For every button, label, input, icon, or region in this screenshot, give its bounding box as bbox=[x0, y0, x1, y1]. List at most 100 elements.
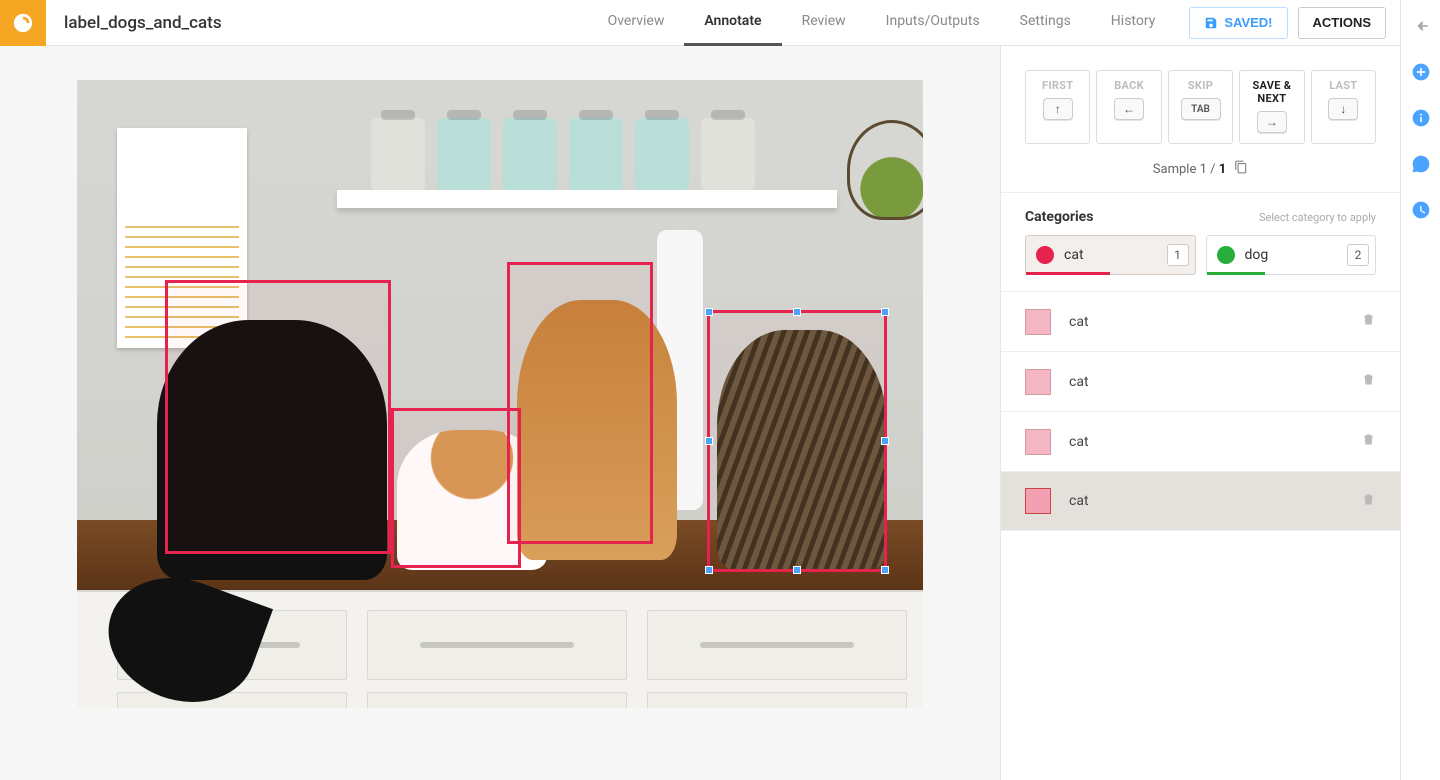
delete-annotation-button[interactable] bbox=[1361, 372, 1376, 391]
nav-label: SKIP bbox=[1173, 79, 1228, 92]
key-hint: ← bbox=[1114, 98, 1144, 120]
sample-index: 1 bbox=[1200, 162, 1207, 177]
rail-comments-button[interactable] bbox=[1409, 152, 1433, 176]
category-color-dot bbox=[1036, 246, 1054, 264]
tab-review[interactable]: Review bbox=[782, 0, 866, 46]
save-icon bbox=[1204, 16, 1218, 30]
sample-sep: / bbox=[1207, 162, 1219, 177]
annotation-label: cat bbox=[1069, 434, 1343, 450]
categories-header: Categories Select category to apply bbox=[1001, 193, 1400, 235]
project-title: label_dogs_and_cats bbox=[64, 13, 222, 33]
rail-add-button[interactable] bbox=[1409, 60, 1433, 84]
header-tabs: OverviewAnnotateReviewInputs/OutputsSett… bbox=[588, 0, 1176, 46]
header-actions: SAVED! ACTIONS bbox=[1175, 7, 1400, 39]
key-hint: ↓ bbox=[1328, 98, 1358, 120]
resize-handle-ml[interactable] bbox=[705, 437, 713, 445]
resize-handle-tr[interactable] bbox=[881, 308, 889, 316]
saved-button[interactable]: SAVED! bbox=[1189, 7, 1287, 39]
annotation-label: cat bbox=[1069, 374, 1343, 390]
key-hint: TAB bbox=[1181, 98, 1221, 120]
resize-handle-bm[interactable] bbox=[793, 566, 801, 574]
collapse-panel-button[interactable] bbox=[1409, 14, 1433, 38]
actions-label: ACTIONS bbox=[1313, 15, 1372, 30]
copy-icon bbox=[1234, 160, 1248, 174]
categories-title: Categories bbox=[1025, 209, 1093, 225]
app-header: label_dogs_and_cats OverviewAnnotateRevi… bbox=[0, 0, 1400, 46]
tab-history[interactable]: History bbox=[1091, 0, 1176, 46]
tab-settings[interactable]: Settings bbox=[1000, 0, 1091, 46]
bounding-box[interactable] bbox=[391, 408, 521, 568]
side-panel: FIRST ↑ BACK← SKIP TAB SAVE & NEXT → LAST ↓ Samp… bbox=[1000, 46, 1400, 780]
chat-circle-icon bbox=[1411, 154, 1431, 174]
delete-annotation-button[interactable] bbox=[1361, 432, 1376, 451]
annotation-item[interactable]: cat bbox=[1001, 471, 1400, 531]
annotation-swatch bbox=[1025, 309, 1051, 335]
clock-circle-icon bbox=[1411, 200, 1431, 220]
actions-button[interactable]: ACTIONS bbox=[1298, 7, 1387, 39]
canvas-area bbox=[0, 46, 1000, 780]
trash-icon bbox=[1361, 372, 1376, 387]
nav-label: FIRST bbox=[1030, 79, 1085, 92]
plus-circle-icon bbox=[1411, 62, 1431, 82]
category-progress bbox=[1207, 272, 1266, 275]
annotation-item[interactable]: cat bbox=[1001, 291, 1400, 351]
app-logo[interactable] bbox=[0, 0, 46, 46]
bounding-box[interactable] bbox=[707, 310, 887, 572]
right-rail bbox=[1400, 0, 1440, 780]
bounding-box[interactable] bbox=[165, 280, 391, 554]
nav-label: SAVE & NEXT bbox=[1244, 79, 1299, 105]
resize-handle-br[interactable] bbox=[881, 566, 889, 574]
annotation-swatch bbox=[1025, 429, 1051, 455]
saved-label: SAVED! bbox=[1224, 15, 1272, 30]
categories-hint: Select category to apply bbox=[1259, 211, 1376, 224]
annotation-swatch bbox=[1025, 369, 1051, 395]
tab-inputs-outputs[interactable]: Inputs/Outputs bbox=[866, 0, 1000, 46]
tab-overview[interactable]: Overview bbox=[588, 0, 685, 46]
trash-icon bbox=[1361, 492, 1376, 507]
nav-skip-button[interactable]: SKIP TAB bbox=[1168, 70, 1233, 144]
info-circle-icon bbox=[1411, 108, 1431, 128]
nav-save-next-button[interactable]: SAVE & NEXT → bbox=[1239, 70, 1304, 144]
resize-handle-tl[interactable] bbox=[705, 308, 713, 316]
image-stage[interactable] bbox=[77, 80, 923, 708]
annotation-item[interactable]: cat bbox=[1001, 351, 1400, 411]
category-progress bbox=[1026, 272, 1110, 275]
copy-sample-button[interactable] bbox=[1234, 160, 1248, 178]
category-name: dog bbox=[1245, 247, 1338, 263]
annotation-list: cat cat cat cat bbox=[1001, 291, 1400, 531]
rail-info-button[interactable] bbox=[1409, 106, 1433, 130]
resize-handle-mr[interactable] bbox=[881, 437, 889, 445]
arrow-left-icon bbox=[1411, 16, 1431, 36]
key-hint: → bbox=[1257, 111, 1287, 133]
resize-handle-tm[interactable] bbox=[793, 308, 801, 316]
nav-last-button[interactable]: LAST ↓ bbox=[1311, 70, 1376, 144]
annotation-label: cat bbox=[1069, 314, 1343, 330]
tab-annotate[interactable]: Annotate bbox=[684, 0, 781, 46]
delete-annotation-button[interactable] bbox=[1361, 492, 1376, 511]
sample-counter: Sample 1 / 1 bbox=[1001, 152, 1400, 192]
nav-first-button[interactable]: FIRST ↑ bbox=[1025, 70, 1090, 144]
bounding-box[interactable] bbox=[507, 262, 653, 544]
category-name: cat bbox=[1064, 247, 1157, 263]
category-hotkey: 1 bbox=[1167, 244, 1189, 266]
sample-total: 1 bbox=[1219, 162, 1226, 177]
category-hotkey: 2 bbox=[1347, 244, 1369, 266]
delete-annotation-button[interactable] bbox=[1361, 312, 1376, 331]
resize-handle-bl[interactable] bbox=[705, 566, 713, 574]
nav-back-button[interactable]: BACK← bbox=[1096, 70, 1161, 144]
annotation-label: cat bbox=[1069, 493, 1343, 509]
annotation-swatch bbox=[1025, 488, 1051, 514]
logo-icon bbox=[12, 12, 34, 34]
sample-nav: FIRST ↑ BACK← SKIP TAB SAVE & NEXT → LAST ↓ bbox=[1001, 46, 1400, 152]
categories-row: cat 1 dog 2 bbox=[1001, 235, 1400, 291]
trash-icon bbox=[1361, 432, 1376, 447]
category-dog[interactable]: dog 2 bbox=[1206, 235, 1377, 275]
trash-icon bbox=[1361, 312, 1376, 327]
category-cat[interactable]: cat 1 bbox=[1025, 235, 1196, 275]
annotation-item[interactable]: cat bbox=[1001, 411, 1400, 471]
category-color-dot bbox=[1217, 246, 1235, 264]
rail-history-button[interactable] bbox=[1409, 198, 1433, 222]
sample-prefix: Sample bbox=[1153, 162, 1200, 177]
key-hint: ↑ bbox=[1043, 98, 1073, 120]
nav-label: LAST bbox=[1316, 79, 1371, 92]
